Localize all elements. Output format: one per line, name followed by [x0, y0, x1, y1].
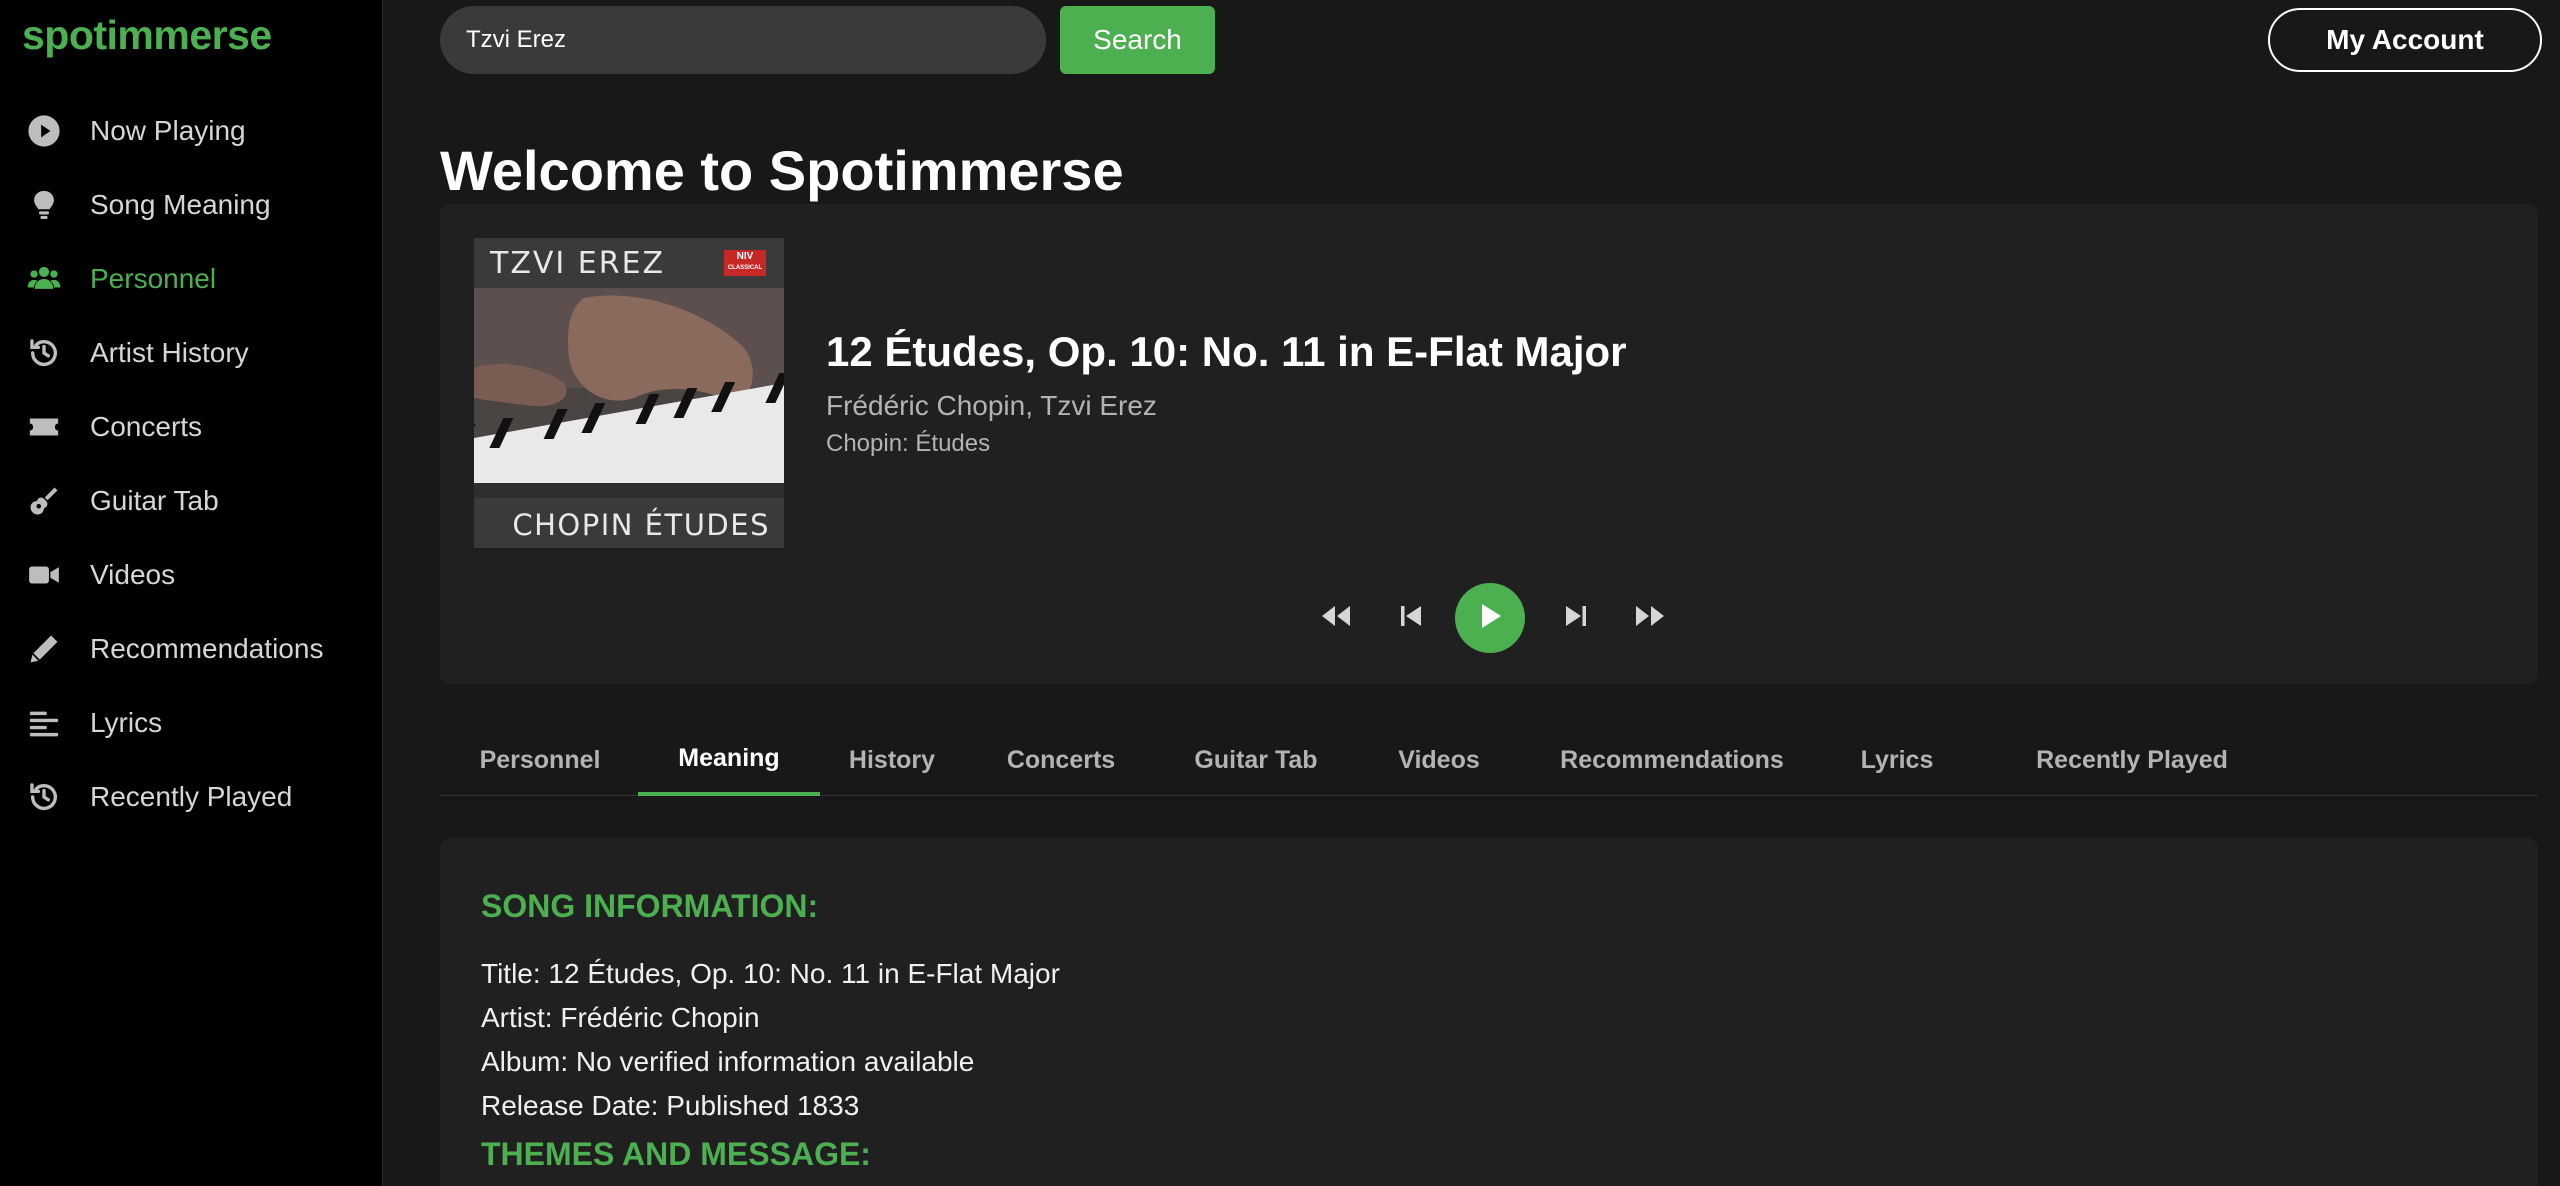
previous-track-button[interactable]: [1386, 582, 1436, 654]
my-account-button[interactable]: My Account: [2268, 8, 2542, 72]
users-icon: [24, 259, 64, 299]
tab-history[interactable]: History: [822, 724, 962, 796]
sidebar-item-recently-played[interactable]: Recently Played: [0, 760, 382, 834]
play-button[interactable]: [1455, 583, 1525, 653]
playback-controls: [440, 582, 2538, 654]
next-track-button[interactable]: [1551, 582, 1601, 654]
track-artists: Frédéric Chopin, Tzvi Erez: [826, 390, 1157, 421]
tab-personnel[interactable]: Personnel: [440, 724, 640, 796]
sidebar-item-label: Recently Played: [90, 781, 293, 812]
info-release-date: Release Date: Published 1833: [481, 1090, 860, 1121]
sidebar-item-label: Recommendations: [90, 633, 324, 664]
guitar-icon: [24, 481, 64, 521]
info-title: Title: 12 Études, Op. 10: No. 11 in E-Fl…: [481, 958, 1060, 989]
tab-meaning[interactable]: Meaning: [638, 724, 820, 796]
rewind-button[interactable]: [1306, 582, 1366, 654]
history-icon: [24, 333, 64, 373]
info-album: Album: No verified information available: [481, 1046, 975, 1077]
badge-line: NIV: [736, 251, 754, 262]
meaning-panel: SONG INFORMATION: Title: 12 Études, Op. …: [440, 838, 2538, 1186]
page-title: Welcome to Spotimmerse: [440, 139, 1124, 202]
sidebar-item-concerts[interactable]: Concerts: [0, 390, 382, 464]
now-playing-card: TZVI EREZ NIV CLASSICAL CHOPIN ÉTUDES 12…: [440, 204, 2538, 684]
sidebar-item-label: Guitar Tab: [90, 485, 219, 516]
cover-artist-text: TZVI EREZ: [490, 246, 666, 281]
fast-forward-icon: [1635, 604, 1665, 633]
track-album: Chopin: Études: [826, 430, 991, 457]
cover-album-text: CHOPIN ÉTUDES: [512, 508, 770, 542]
search-input[interactable]: [440, 6, 1046, 74]
track-title: 12 Études, Op. 10: No. 11 in E-Flat Majo…: [826, 328, 1627, 375]
sidebar-item-label: Lyrics: [90, 707, 163, 738]
song-information-heading: SONG INFORMATION:: [481, 888, 819, 924]
detail-tabs: Personnel Meaning History Concerts Guita…: [440, 724, 2538, 796]
themes-heading: THEMES AND MESSAGE:: [481, 1136, 871, 1172]
info-artist: Artist: Frédéric Chopin: [481, 1002, 760, 1033]
sidebar-item-now-playing[interactable]: Now Playing: [0, 94, 382, 168]
history-icon: [24, 777, 64, 817]
sidebar: spotimmerse Now Playing Song Meaning Per…: [0, 0, 383, 1186]
cover-label-badge: NIV CLASSICAL: [724, 250, 766, 276]
video-camera-icon: [24, 555, 64, 595]
album-cover: TZVI EREZ NIV CLASSICAL CHOPIN ÉTUDES: [474, 238, 784, 548]
lightbulb-icon: [24, 185, 64, 225]
sidebar-item-label: Song Meaning: [90, 189, 271, 220]
sidebar-item-label: Artist History: [90, 337, 249, 368]
sidebar-item-lyrics[interactable]: Lyrics: [0, 686, 382, 760]
play-circle-icon: [24, 111, 64, 151]
play-icon: [1477, 602, 1503, 635]
tab-recommendations[interactable]: Recommendations: [1522, 724, 1822, 796]
search-button[interactable]: Search: [1060, 6, 1215, 74]
tab-concerts[interactable]: Concerts: [966, 724, 1156, 796]
sidebar-item-label: Videos: [90, 559, 176, 590]
sidebar-item-artist-history[interactable]: Artist History: [0, 316, 382, 390]
skip-back-icon: [1400, 604, 1422, 633]
tab-videos[interactable]: Videos: [1356, 724, 1522, 796]
sidebar-item-personnel[interactable]: Personnel: [0, 242, 382, 316]
sidebar-item-recommendations[interactable]: Recommendations: [0, 612, 382, 686]
sidebar-item-videos[interactable]: Videos: [0, 538, 382, 612]
tab-recently-played[interactable]: Recently Played: [1972, 724, 2292, 796]
rewind-icon: [1321, 604, 1351, 633]
sidebar-nav: Now Playing Song Meaning Personnel Artis…: [0, 94, 382, 834]
tab-guitar-tab[interactable]: Guitar Tab: [1156, 724, 1356, 796]
ticket-icon: [24, 407, 64, 447]
fast-forward-button[interactable]: [1620, 582, 1680, 654]
skip-forward-icon: [1565, 604, 1587, 633]
pencil-icon: [24, 629, 64, 669]
badge-line: CLASSICAL: [727, 265, 763, 271]
sidebar-item-song-meaning[interactable]: Song Meaning: [0, 168, 382, 242]
sidebar-item-label: Personnel: [90, 263, 217, 294]
sidebar-item-label: Concerts: [90, 411, 203, 442]
sidebar-item-guitar-tab[interactable]: Guitar Tab: [0, 464, 382, 538]
tab-lyrics[interactable]: Lyrics: [1822, 724, 1972, 796]
sidebar-item-label: Now Playing: [90, 115, 246, 146]
align-left-icon: [24, 703, 64, 743]
app-logo[interactable]: spotimmerse: [22, 12, 272, 59]
piano-photo: [474, 288, 784, 498]
